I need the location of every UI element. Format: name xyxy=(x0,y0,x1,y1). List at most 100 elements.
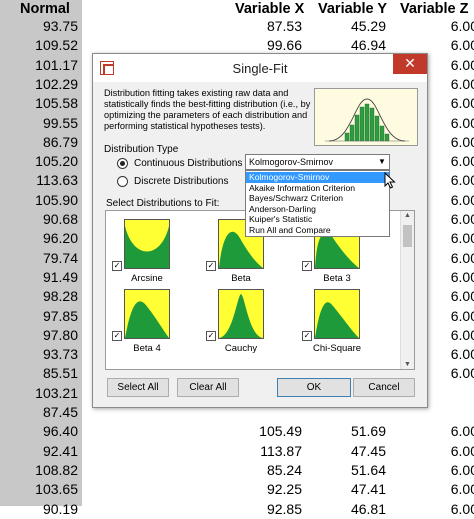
variable-z-cell[interactable]: 6.00 xyxy=(420,75,474,94)
variable-x-cell[interactable]: 113.87 xyxy=(232,442,302,461)
normal-cell[interactable]: 97.80 xyxy=(0,326,78,345)
ok-button[interactable]: OK xyxy=(277,378,351,397)
normal-cell[interactable]: 92.41 xyxy=(0,442,78,461)
scrollbar[interactable]: ▲ ▼ xyxy=(400,211,414,369)
continuous-label: Continuous Distributions xyxy=(134,158,243,169)
header-variable-z[interactable]: Variable Z xyxy=(400,1,469,17)
normal-cell[interactable]: 108.82 xyxy=(0,461,78,480)
normal-cell[interactable]: 113.63 xyxy=(0,171,78,190)
distribution-checkbox[interactable]: ✓ xyxy=(206,261,216,271)
method-option[interactable]: Kolmogorov-Smirnov xyxy=(246,172,389,183)
method-select[interactable]: Kolmogorov-Smirnov ▼ xyxy=(245,154,390,170)
normal-cell[interactable]: 105.20 xyxy=(0,152,78,171)
variable-y-cell[interactable]: 46.81 xyxy=(318,500,386,519)
distribution-item[interactable]: ✓ Chi-Square xyxy=(302,289,392,359)
normal-cell[interactable]: 105.58 xyxy=(0,94,78,113)
header-variable-x[interactable]: Variable X xyxy=(235,1,304,17)
variable-z-cell[interactable]: 6.00 xyxy=(420,326,474,345)
variable-z-cell[interactable]: 6.00 xyxy=(420,210,474,229)
dialog-titlebar[interactable]: Single-Fit ✕ xyxy=(93,54,427,82)
select-all-button[interactable]: Select All xyxy=(107,378,169,397)
variable-z-cell[interactable]: 6.00 xyxy=(420,36,474,55)
distribution-checkbox[interactable]: ✓ xyxy=(302,331,312,341)
normal-cell[interactable]: 101.17 xyxy=(0,56,78,75)
variable-z-cell[interactable]: 6.00 xyxy=(420,249,474,268)
normal-cell[interactable]: 91.49 xyxy=(0,268,78,287)
normal-cell[interactable]: 109.52 xyxy=(0,36,78,55)
variable-y-cell[interactable]: 47.45 xyxy=(318,442,386,461)
variable-z-cell[interactable]: 6.00 xyxy=(420,422,474,441)
normal-cell[interactable]: 79.74 xyxy=(0,249,78,268)
variable-z-cell[interactable]: 6.00 xyxy=(420,133,474,152)
variable-x-cell[interactable]: 92.85 xyxy=(232,500,302,519)
distribution-checkbox[interactable]: ✓ xyxy=(112,331,122,341)
variable-z-cell[interactable]: 6.00 xyxy=(420,229,474,248)
normal-cell[interactable]: 99.55 xyxy=(0,114,78,133)
scroll-thumb[interactable] xyxy=(403,225,412,247)
scroll-up-icon[interactable]: ▲ xyxy=(401,212,414,219)
variable-x-cell[interactable]: 85.24 xyxy=(232,461,302,480)
continuous-radio[interactable] xyxy=(117,158,128,169)
variable-z-cell[interactable]: 6.00 xyxy=(420,500,474,519)
header-variable-y[interactable]: Variable Y xyxy=(318,1,387,17)
variable-z-cell[interactable]: 6.00 xyxy=(420,480,474,499)
normal-cell[interactable]: 96.20 xyxy=(0,229,78,248)
distribution-checkbox[interactable]: ✓ xyxy=(112,261,122,271)
normal-cell[interactable]: 103.65 xyxy=(0,480,78,499)
method-option[interactable]: Kuiper's Statistic xyxy=(246,214,389,225)
method-option[interactable]: Anderson-Darling xyxy=(246,204,389,215)
chevron-down-icon[interactable]: ▼ xyxy=(375,155,389,169)
cancel-button[interactable]: Cancel xyxy=(353,378,415,397)
normal-cell[interactable]: 98.28 xyxy=(0,287,78,306)
method-option[interactable]: Bayes/Schwarz Criterion xyxy=(246,193,389,204)
variable-x-cell[interactable]: 87.53 xyxy=(232,17,302,36)
variable-z-cell[interactable]: 6.00 xyxy=(420,191,474,210)
distribution-item[interactable]: ✓ Beta 4 xyxy=(112,289,202,359)
variable-z-cell[interactable]: 6.00 xyxy=(420,461,474,480)
normal-cell[interactable]: 96.40 xyxy=(0,422,78,441)
normal-cell[interactable]: 93.75 xyxy=(0,17,78,36)
normal-cell[interactable]: 86.79 xyxy=(0,133,78,152)
normal-cell[interactable]: 93.73 xyxy=(0,345,78,364)
variable-y-cell[interactable]: 51.64 xyxy=(318,461,386,480)
variable-z-cell[interactable]: 6.00 xyxy=(420,442,474,461)
variable-z-cell[interactable]: 6.00 xyxy=(420,56,474,75)
distribution-checkbox[interactable]: ✓ xyxy=(302,261,312,271)
variable-z-cell[interactable]: 6.00 xyxy=(420,17,474,36)
variable-z-cell[interactable]: 6.00 xyxy=(420,152,474,171)
variable-z-cell[interactable]: 6.00 xyxy=(420,94,474,113)
variable-z-cell[interactable]: 6.00 xyxy=(420,345,474,364)
clear-all-button[interactable]: Clear All xyxy=(177,378,239,397)
variable-z-cell[interactable]: 6.00 xyxy=(420,171,474,190)
normal-cell[interactable]: 85.51 xyxy=(0,364,78,383)
normal-cell[interactable]: 105.90 xyxy=(0,191,78,210)
variable-z-cell[interactable]: 6.00 xyxy=(420,364,474,383)
variable-z-cell[interactable]: 6.00 xyxy=(420,268,474,287)
distribution-item[interactable]: ✓ Cauchy xyxy=(206,289,296,359)
variable-z-cell[interactable]: 6.00 xyxy=(420,114,474,133)
method-option[interactable]: Run All and Compare xyxy=(246,225,389,236)
normal-cell[interactable]: 102.29 xyxy=(0,75,78,94)
variable-y-cell[interactable]: 45.29 xyxy=(318,17,386,36)
distribution-name: Beta xyxy=(231,273,251,284)
method-dropdown-list[interactable]: Kolmogorov-Smirnov Akaike Information Cr… xyxy=(245,170,390,237)
normal-cell[interactable]: 90.68 xyxy=(0,210,78,229)
close-button[interactable]: ✕ xyxy=(393,54,427,74)
method-option[interactable]: Akaike Information Criterion xyxy=(246,183,389,194)
distribution-checkbox[interactable]: ✓ xyxy=(206,331,216,341)
variable-y-cell[interactable]: 51.69 xyxy=(318,422,386,441)
distribution-item[interactable]: ✓ Arcsine xyxy=(112,219,202,289)
normal-cell[interactable]: 97.85 xyxy=(0,307,78,326)
variable-z-cell[interactable]: 6.00 xyxy=(420,287,474,306)
single-fit-dialog: Single-Fit ✕ Distribution fitting takes … xyxy=(92,53,428,408)
normal-cell[interactable]: 103.21 xyxy=(0,384,78,403)
variable-z-cell[interactable]: 6.00 xyxy=(420,307,474,326)
variable-x-cell[interactable]: 105.49 xyxy=(232,422,302,441)
normal-cell[interactable]: 90.19 xyxy=(0,500,78,519)
discrete-radio[interactable] xyxy=(117,176,128,187)
variable-y-cell[interactable]: 47.41 xyxy=(318,480,386,499)
normal-cell[interactable]: 87.45 xyxy=(0,403,78,422)
header-normal[interactable]: Normal xyxy=(20,1,70,17)
scroll-down-icon[interactable]: ▼ xyxy=(401,361,414,368)
variable-x-cell[interactable]: 92.25 xyxy=(232,480,302,499)
